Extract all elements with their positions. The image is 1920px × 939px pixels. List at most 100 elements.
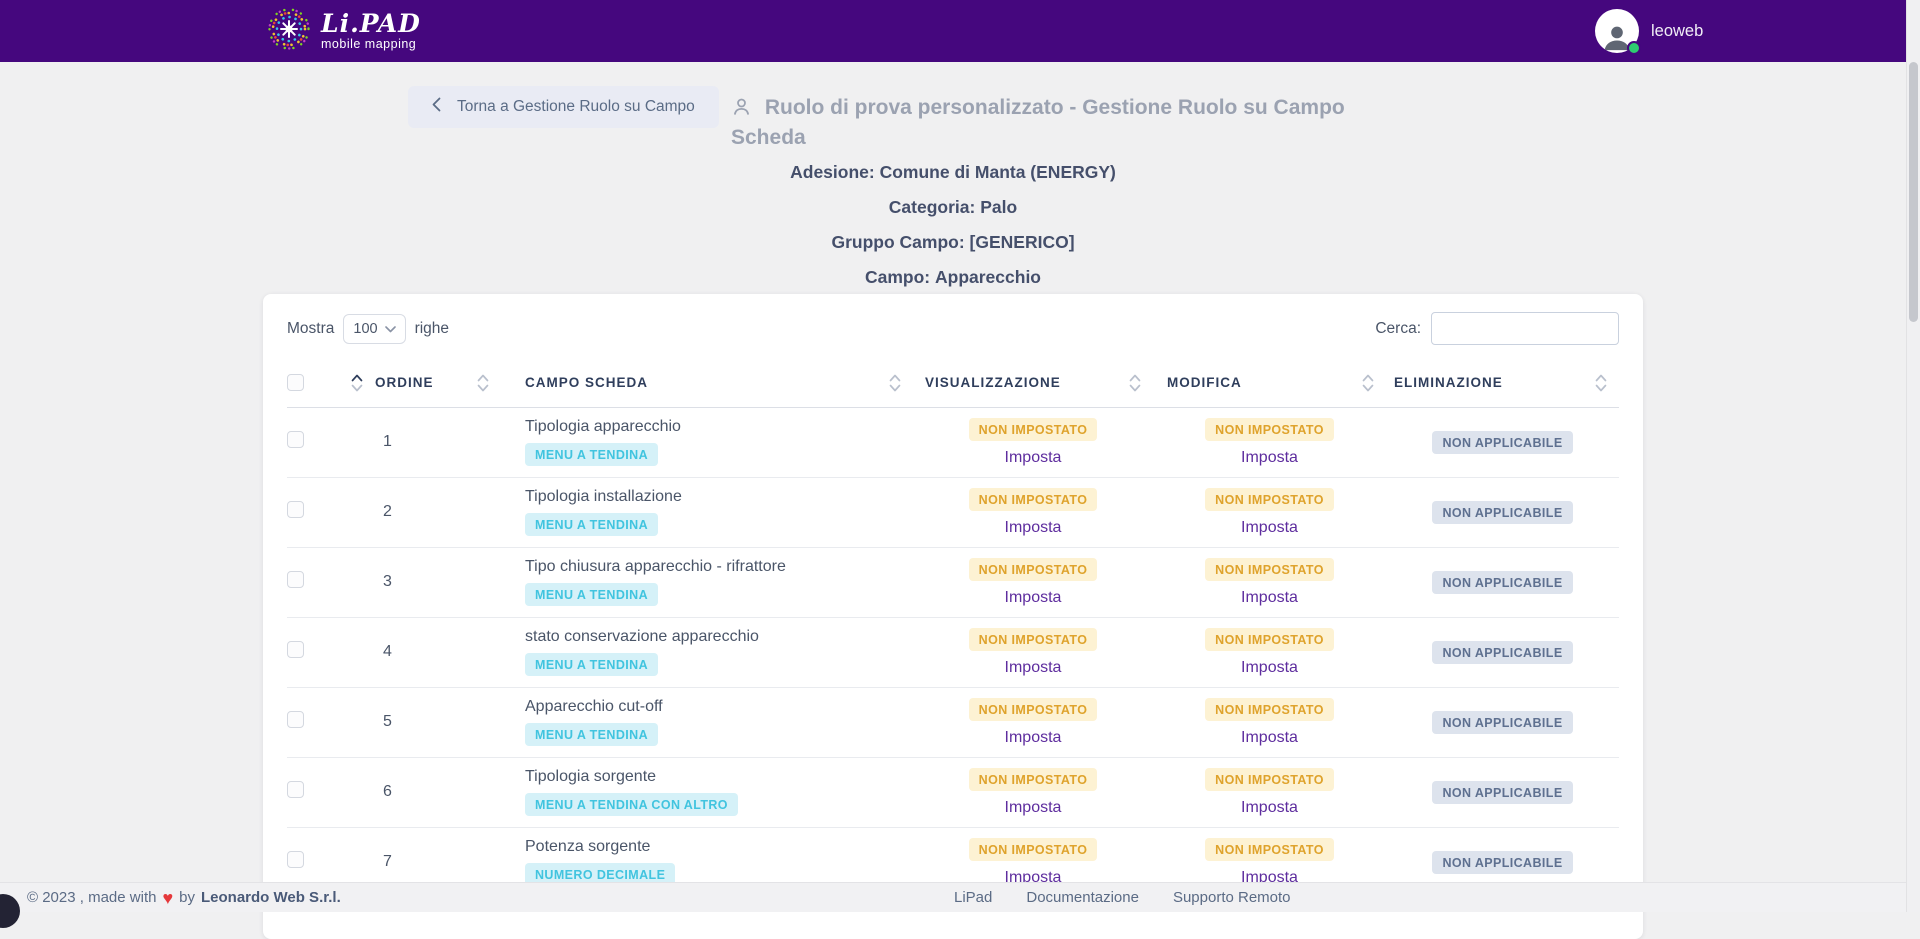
page-title: Ruolo di prova personalizzato - Gestione…	[731, 94, 1371, 152]
avatar[interactable]	[1595, 9, 1639, 53]
modifica-imposta-link[interactable]: Imposta	[1241, 799, 1298, 817]
modifica-status-badge: NON IMPOSTATO	[1205, 698, 1334, 721]
modifica-status-badge: NON IMPOSTATO	[1205, 418, 1334, 441]
footer-link-documentazione[interactable]: Documentazione	[1026, 889, 1139, 906]
field-type-badge: MENU A TENDINA CON ALTRO	[525, 793, 738, 816]
field-type-badge: MENU A TENDINA	[525, 443, 658, 466]
visualizzazione-status-badge: NON IMPOSTATO	[969, 698, 1098, 721]
info-label: Categoria:	[889, 197, 976, 217]
info-categoria: Categoria: Palo	[263, 190, 1643, 225]
modifica-imposta-link[interactable]: Imposta	[1241, 449, 1298, 467]
field-type-badge: MENU A TENDINA	[525, 583, 658, 606]
chevron-left-icon	[432, 97, 441, 117]
modifica-status-badge: NON IMPOSTATO	[1205, 768, 1334, 791]
eliminazione-status-badge: NON APPLICABILE	[1432, 781, 1572, 804]
eliminazione-status-badge: NON APPLICABILE	[1432, 851, 1572, 874]
logo-subtitle: mobile mapping	[321, 38, 421, 51]
sort-control-modifica[interactable]	[1362, 374, 1386, 392]
eliminazione-status-badge: NON APPLICABILE	[1432, 571, 1572, 594]
company-name[interactable]: Leonardo Web S.r.l.	[201, 889, 341, 906]
online-status-dot	[1627, 41, 1641, 55]
visualizzazione-imposta-link[interactable]: Imposta	[1005, 449, 1062, 467]
info-value: Apparecchio	[935, 267, 1041, 287]
search-input[interactable]	[1431, 312, 1619, 345]
ordine-value: 1	[375, 407, 501, 477]
visualizzazione-status-badge: NON IMPOSTATO	[969, 838, 1098, 861]
row-checkbox[interactable]	[287, 571, 304, 588]
user-name: leoweb	[1651, 22, 1703, 41]
campo-name: Tipologia apparecchio	[525, 418, 913, 436]
table-row: 4 stato conservazione apparecchio MENU A…	[287, 617, 1619, 687]
info-gruppo-campo: Gruppo Campo: [GENERICO]	[263, 225, 1643, 260]
row-checkbox[interactable]	[287, 851, 304, 868]
modifica-imposta-link[interactable]: Imposta	[1241, 659, 1298, 677]
table-card: Mostra 100 righe Cerca:	[263, 294, 1643, 939]
visualizzazione-status-badge: NON IMPOSTATO	[969, 628, 1098, 651]
rows-label: righe	[415, 320, 449, 338]
back-button[interactable]: Torna a Gestione Ruolo su Campo	[408, 86, 719, 128]
copyright-prefix: © 2023 , made with	[27, 889, 156, 906]
scrollbar[interactable]	[1906, 0, 1920, 912]
app-logo[interactable]: Li.PAD mobile mapping	[267, 7, 421, 56]
back-button-label: Torna a Gestione Ruolo su Campo	[457, 98, 695, 116]
visualizzazione-imposta-link[interactable]: Imposta	[1005, 729, 1062, 747]
sort-control-select[interactable]	[351, 374, 375, 392]
info-label: Campo:	[865, 267, 930, 287]
visualizzazione-status-badge: NON IMPOSTATO	[969, 768, 1098, 791]
footer-link-supporto-remoto[interactable]: Supporto Remoto	[1173, 889, 1291, 906]
show-label: Mostra	[287, 320, 334, 338]
select-all-checkbox[interactable]	[287, 374, 304, 391]
info-label: Adesione:	[790, 162, 875, 182]
modifica-imposta-link[interactable]: Imposta	[1241, 589, 1298, 607]
campo-name: Tipo chiusura apparecchio - rifrattore	[525, 558, 913, 576]
table-controls: Mostra 100 righe Cerca:	[263, 294, 1643, 359]
info-label: Gruppo Campo:	[831, 232, 964, 252]
modifica-status-badge: NON IMPOSTATO	[1205, 488, 1334, 511]
visualizzazione-imposta-link[interactable]: Imposta	[1005, 799, 1062, 817]
ordine-value: 4	[375, 617, 501, 687]
modifica-imposta-link[interactable]: Imposta	[1241, 519, 1298, 537]
sort-control-campo-scheda[interactable]	[889, 374, 913, 392]
row-checkbox[interactable]	[287, 641, 304, 658]
field-type-badge: MENU A TENDINA	[525, 513, 658, 536]
footer-nav: LiPad Documentazione Supporto Remoto	[954, 889, 1291, 906]
info-campo: Campo: Apparecchio	[263, 260, 1643, 295]
visualizzazione-imposta-link[interactable]: Imposta	[1005, 589, 1062, 607]
campo-name: Potenza sorgente	[525, 838, 913, 856]
column-header-campo-scheda[interactable]: CAMPO SCHEDA	[525, 375, 648, 390]
column-header-modifica[interactable]: MODIFICA	[1167, 375, 1242, 390]
page-size-select[interactable]: 100	[343, 314, 405, 344]
info-adesione: Adesione: Comune di Manta (ENERGY)	[263, 155, 1643, 190]
page-size-value: 100	[353, 321, 377, 337]
field-type-badge: MENU A TENDINA	[525, 723, 658, 746]
context-info: Adesione: Comune di Manta (ENERGY) Categ…	[263, 155, 1643, 295]
eliminazione-status-badge: NON APPLICABILE	[1432, 641, 1572, 664]
row-checkbox[interactable]	[287, 501, 304, 518]
visualizzazione-status-badge: NON IMPOSTATO	[969, 558, 1098, 581]
visualizzazione-status-badge: NON IMPOSTATO	[969, 418, 1098, 441]
column-header-ordine[interactable]: ORDINE	[375, 375, 434, 390]
role-person-icon	[731, 99, 758, 122]
sort-control-ordine[interactable]	[477, 374, 501, 392]
campo-name: stato conservazione apparecchio	[525, 628, 913, 646]
visualizzazione-imposta-link[interactable]: Imposta	[1005, 659, 1062, 677]
logo-title: Li.PAD	[321, 11, 421, 36]
modifica-status-badge: NON IMPOSTATO	[1205, 558, 1334, 581]
row-checkbox[interactable]	[287, 781, 304, 798]
sort-control-eliminazione[interactable]	[1595, 374, 1619, 392]
column-header-visualizzazione[interactable]: VISUALIZZAZIONE	[925, 375, 1061, 390]
table-row: 5 Apparecchio cut-off MENU A TENDINA NON…	[287, 687, 1619, 757]
row-checkbox[interactable]	[287, 711, 304, 728]
user-menu[interactable]: leoweb	[1595, 9, 1703, 53]
campo-name: Tipologia installazione	[525, 488, 913, 506]
modifica-imposta-link[interactable]: Imposta	[1241, 729, 1298, 747]
visualizzazione-imposta-link[interactable]: Imposta	[1005, 519, 1062, 537]
chevron-down-icon	[385, 321, 396, 337]
scrollbar-thumb[interactable]	[1909, 62, 1918, 322]
row-checkbox[interactable]	[287, 431, 304, 448]
table-header-row: ORDINE CAMPO SCHEDA VISUALIZZAZIONE	[287, 359, 1619, 407]
sort-control-visualizzazione[interactable]	[1129, 374, 1153, 392]
footer-link-lipad[interactable]: LiPad	[954, 889, 992, 906]
column-header-eliminazione[interactable]: ELIMINAZIONE	[1394, 375, 1503, 390]
page-title-role: Ruolo di prova personalizzato	[765, 96, 1064, 119]
